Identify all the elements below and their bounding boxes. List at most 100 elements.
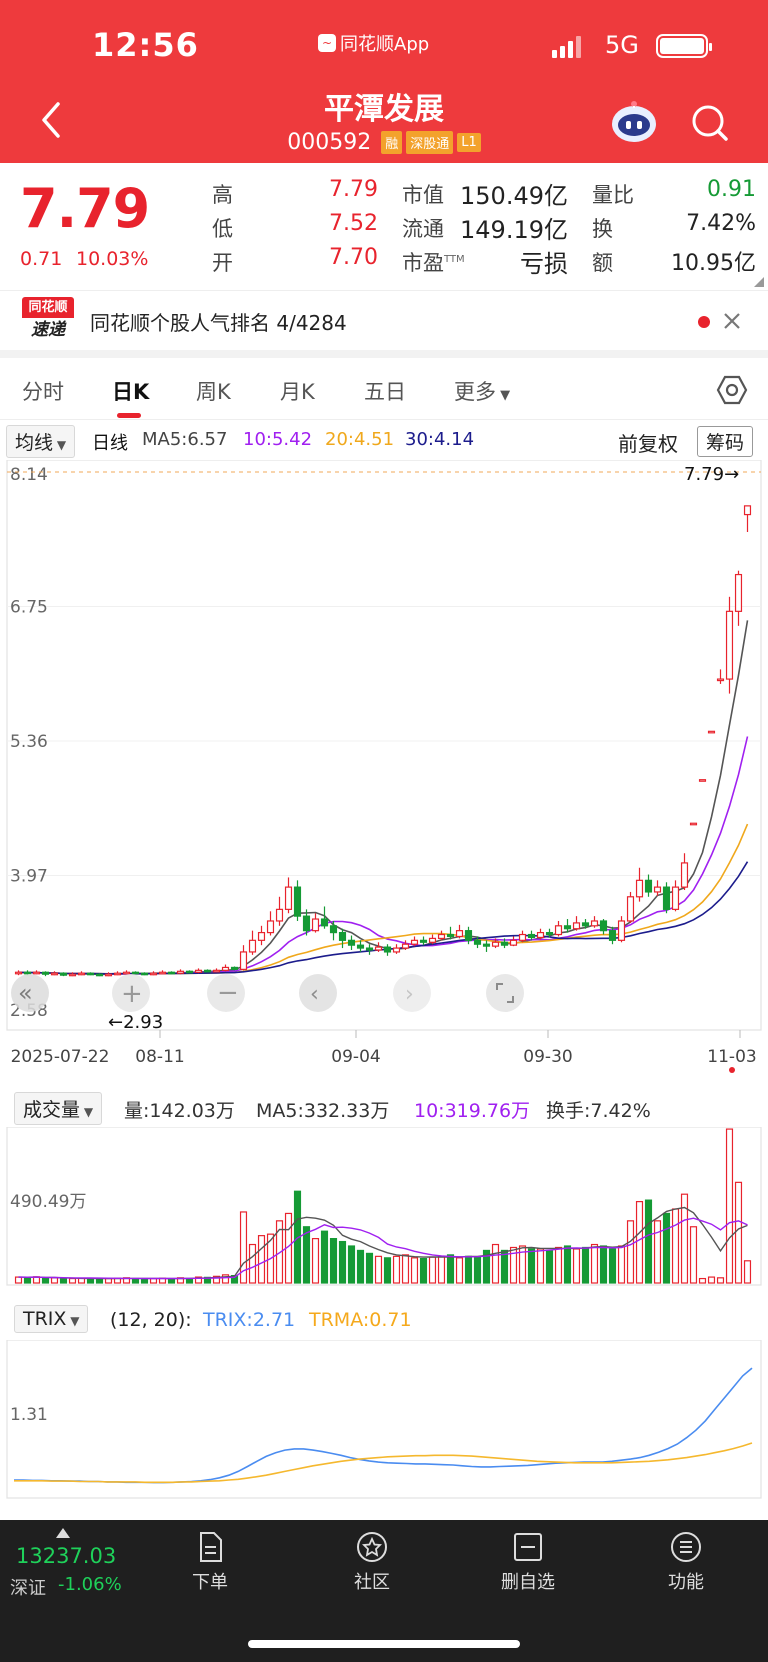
- tab-monthly-k[interactable]: 月K: [280, 376, 315, 406]
- candle-body: [311, 918, 320, 932]
- candle-body: [698, 779, 707, 782]
- volume-bar: [599, 1245, 608, 1284]
- trix-chart[interactable]: 1.31: [0, 1340, 768, 1500]
- high-label: 高: [212, 183, 233, 207]
- volume-bar: [608, 1248, 617, 1284]
- candle-body: [464, 930, 473, 941]
- tab-intraday[interactable]: 分时: [22, 376, 64, 406]
- candle-body: [68, 973, 77, 977]
- volume-bar: [473, 1256, 482, 1284]
- expand-corner-icon[interactable]: [754, 277, 764, 287]
- search-icon[interactable]: [690, 103, 730, 143]
- volume-ratio-label: 量比: [592, 183, 634, 207]
- kline-chart[interactable]: 8.146.755.363.972.58 7.79→ ←2.93 « + − ‹…: [0, 460, 768, 1080]
- candle-body: [176, 970, 185, 974]
- nav-community[interactable]: 社区: [322, 1530, 422, 1594]
- indicator-dropdown[interactable]: 均线 ▼: [6, 425, 76, 458]
- volume-bar: [311, 1237, 320, 1284]
- zoom-controls: « + − ‹ ›: [11, 974, 524, 1012]
- candle-body: [689, 822, 698, 826]
- volume-bar: [59, 1278, 68, 1284]
- candle-body: [302, 915, 311, 932]
- volume-bar: [14, 1276, 23, 1284]
- candle-body: [212, 969, 221, 973]
- period-tabs: 分时 日K 周K 月K 五日 更多 ▼: [0, 358, 768, 420]
- candle-body: [185, 970, 194, 974]
- volume-bar: [419, 1257, 428, 1284]
- volume-indicator-dropdown[interactable]: 成交量 ▼: [14, 1092, 103, 1125]
- scroll-right-button[interactable]: ›: [393, 974, 431, 1012]
- tab-more[interactable]: 更多 ▼: [454, 376, 510, 406]
- turnover-label: 换: [592, 217, 613, 241]
- candle-body: [14, 971, 23, 975]
- candle-body: [32, 971, 41, 975]
- volume-chart[interactable]: 490.49万: [0, 1127, 768, 1287]
- close-icon[interactable]: [722, 311, 742, 331]
- kline-x-tick: 08-11: [135, 1047, 184, 1067]
- scroll-left-button[interactable]: ‹: [299, 974, 337, 1012]
- candle-body: [653, 886, 662, 893]
- candle-body: [365, 947, 374, 951]
- volume-bar: [581, 1246, 590, 1284]
- candle-body: [140, 972, 149, 976]
- volume-bar: [464, 1255, 473, 1284]
- candle-body: [563, 925, 572, 930]
- popularity-rank-bar[interactable]: 同花顺 速递 同花顺个股人气排名 4/4284: [0, 290, 768, 350]
- nav-functions[interactable]: 功能: [636, 1530, 736, 1594]
- candle-body: [707, 730, 716, 734]
- zoom-out-button[interactable]: −: [207, 974, 245, 1012]
- index-up-arrow-icon: [56, 1528, 70, 1538]
- trix-legend-bar: TRIX ▼ (12, 20): TRIX:2.71 TRMA:0.71: [0, 1300, 768, 1340]
- volume-bar: [140, 1278, 149, 1284]
- app-header: 12:56 ~ 同花顺App 5G 平潭发展 000592 融 深股通 L1: [0, 0, 768, 163]
- zoom-in-button[interactable]: +: [112, 974, 150, 1012]
- status-time: 12:56: [92, 26, 199, 64]
- trix-frame: [6, 1340, 762, 1499]
- volume-bar: [446, 1254, 455, 1284]
- kline-y-tick: 8.14: [10, 465, 48, 485]
- candle-body: [626, 896, 635, 922]
- reset-zoom-button[interactable]: [486, 974, 524, 1012]
- candle-body: [644, 879, 653, 893]
- menu-icon: [671, 1532, 701, 1562]
- caret-down-icon: ▼: [80, 1105, 94, 1119]
- tab-five-day[interactable]: 五日: [364, 376, 406, 406]
- candle-body: [743, 505, 752, 516]
- index-value[interactable]: 13237.03: [16, 1544, 116, 1568]
- rewind-button[interactable]: «: [11, 974, 49, 1012]
- stock-code: 000592: [287, 130, 372, 155]
- volume-bar: [329, 1237, 338, 1284]
- candle-body: [725, 610, 734, 680]
- kline-x-tick: 11-03: [707, 1047, 756, 1067]
- nav-remove-watchlist[interactable]: 删自选: [478, 1530, 578, 1594]
- candle-body: [419, 939, 428, 943]
- candle-body: [545, 931, 554, 936]
- volume-bar: [617, 1245, 626, 1284]
- chips-button[interactable]: 筹码: [697, 426, 754, 457]
- candle-body: [428, 937, 437, 943]
- amount-label: 额: [592, 251, 613, 275]
- candle-body: [221, 966, 230, 971]
- candle-body: [194, 969, 203, 973]
- ma10-label: 10:5.42: [243, 429, 313, 450]
- tab-weekly-k[interactable]: 周K: [196, 376, 231, 406]
- adjust-mode-button[interactable]: 前复权: [618, 428, 678, 457]
- kline-frame: [6, 460, 762, 1031]
- nav-order[interactable]: 下单: [160, 1530, 260, 1594]
- market-cap-label: 市值: [402, 183, 444, 207]
- ma5-line: [18, 620, 749, 976]
- robot-assistant-icon[interactable]: [608, 100, 660, 144]
- tab-daily-k[interactable]: 日K: [112, 376, 149, 406]
- trix-value: TRIX:2.71: [203, 1309, 296, 1331]
- ma-legend-bar: 均线 ▼ 日线 MA5:6.57 10:5.42 20:4.51 30:4.14…: [0, 420, 768, 460]
- chart-settings-icon[interactable]: [716, 374, 748, 406]
- volume-bar: [50, 1277, 59, 1284]
- home-indicator: [248, 1640, 520, 1648]
- trix-indicator-dropdown[interactable]: TRIX ▼: [14, 1305, 89, 1333]
- volume-bar: [500, 1249, 509, 1284]
- svg-text:‹: ‹: [310, 982, 319, 1007]
- kline-y-tick: 3.97: [10, 867, 48, 887]
- volume-bar: [131, 1277, 140, 1284]
- volume-bar: [671, 1208, 680, 1284]
- candle-body: [572, 922, 581, 930]
